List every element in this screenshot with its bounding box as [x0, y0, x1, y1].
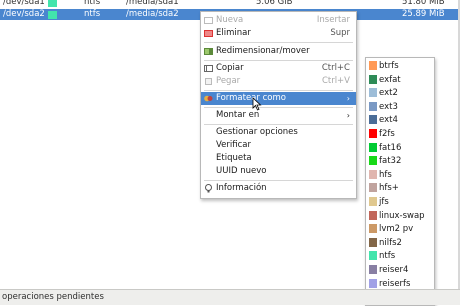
menu-item-verificar[interactable]: Verificar — [201, 139, 356, 152]
mount-cell: /media/sda2 — [126, 9, 179, 19]
fs-option-label: hfs+ — [379, 183, 399, 194]
fs-option-nilfs2[interactable]: nilfs2 — [366, 237, 434, 249]
menu-item-etiqueta[interactable]: Etiqueta — [201, 152, 356, 165]
fs-option-hfs[interactable]: hfs+ — [366, 182, 434, 194]
fs-color-swatch — [369, 183, 377, 193]
menu-item-copiar[interactable]: Copiar Ctrl+C — [201, 62, 356, 75]
fs-color-swatch — [369, 169, 377, 179]
fs-option-label: fat16 — [379, 142, 402, 153]
fs-cell: ntfs — [84, 0, 101, 7]
format-icon — [204, 95, 213, 102]
menu-item-gestionar[interactable]: Gestionar opciones — [201, 126, 356, 139]
size-cell: 5.06 GiB — [256, 0, 293, 7]
fs-color-swatch — [369, 129, 377, 138]
new-partition-icon — [204, 17, 213, 24]
fs-option-label: ext3 — [379, 101, 398, 112]
format-submenu: btrfs exfat ext2 ext3 ext4 f2fs fat16 fat32 hfs h… — [365, 57, 435, 306]
fs-color-swatch — [369, 278, 377, 288]
used-cell: 51.80 MiB — [402, 0, 445, 7]
menu-separator — [204, 107, 353, 108]
fs-color-swatch — [369, 61, 377, 70]
submenu-arrow-icon: › — [346, 94, 350, 103]
menu-item-pegar[interactable]: Pegar Ctrl+V — [201, 75, 356, 88]
fs-option-label: ntfs — [379, 251, 396, 262]
fs-color-swatch — [369, 142, 377, 152]
partition-row-sda1[interactable]: /dev/sda1 ntfs /media/sda1 5.06 GiB 51.8… — [0, 0, 460, 8]
fs-cell: ntfs — [84, 9, 101, 19]
fs-color-swatch — [48, 0, 57, 7]
menu-separator — [204, 90, 353, 91]
menu-item-uuid[interactable]: UUID nuevo — [201, 165, 356, 178]
fs-color-swatch — [369, 251, 377, 261]
menu-separator — [204, 42, 353, 43]
menu-item-formatear[interactable]: Formatear como › — [201, 92, 356, 105]
menu-item-nueva[interactable]: Nueva Insertar — [201, 14, 356, 27]
info-icon — [205, 184, 212, 193]
fs-option-label: ext4 — [379, 115, 398, 126]
fs-color-swatch — [48, 11, 57, 19]
fs-color-swatch — [369, 237, 377, 247]
fs-color-swatch — [369, 101, 377, 111]
delete-icon — [204, 30, 213, 37]
fs-color-swatch — [369, 265, 377, 274]
menu-item-informacion[interactable]: Información — [201, 182, 356, 195]
resize-icon — [204, 48, 213, 55]
fs-option-fat16[interactable]: fat16 — [366, 142, 434, 154]
fs-option-label: lvm2 pv — [379, 224, 414, 235]
fs-option-label: linux-swap — [379, 210, 425, 221]
menu-item-eliminar[interactable]: Eliminar Supr — [201, 27, 356, 40]
menu-separator — [204, 60, 353, 61]
fs-color-swatch — [369, 88, 377, 98]
menu-item-redimensionar[interactable]: Redimensionar/mover — [201, 45, 356, 58]
status-bar: operaciones pendientes — [0, 289, 460, 305]
fs-option-ntfs[interactable]: ntfs — [366, 250, 434, 262]
submenu-arrow-icon: › — [346, 111, 350, 120]
menu-separator — [204, 180, 353, 181]
paste-icon — [205, 78, 212, 85]
fs-option-reiser4[interactable]: reiser4 — [366, 264, 434, 276]
fs-option-label: reiser4 — [379, 265, 409, 275]
fs-option-fat32[interactable]: fat32 — [366, 155, 434, 167]
fs-option-linux-swap[interactable]: linux-swap — [366, 210, 434, 222]
fs-option-ext3[interactable]: ext3 — [366, 101, 434, 113]
fs-option-label: nilfs2 — [379, 237, 402, 248]
mouse-cursor-icon — [252, 97, 262, 111]
fs-option-label: hfs — [379, 169, 392, 180]
fs-color-swatch — [369, 74, 377, 84]
fs-option-lvm2-pv[interactable]: lvm2 pv — [366, 223, 434, 235]
fs-option-f2fs[interactable]: f2fs — [366, 128, 434, 140]
fs-option-jfs[interactable]: jfs — [366, 196, 434, 208]
mount-cell: /media/sda1 — [126, 0, 179, 7]
status-text: operaciones pendientes — [2, 292, 104, 302]
fs-option-ext2[interactable]: ext2 — [366, 87, 434, 99]
menu-separator — [204, 124, 353, 125]
menu-item-montar[interactable]: Montar en › — [201, 109, 356, 122]
fs-option-btrfs[interactable]: btrfs — [366, 60, 434, 72]
fs-color-swatch — [369, 224, 377, 234]
fs-option-label: ext2 — [379, 88, 398, 99]
fs-option-label: exfat — [379, 74, 401, 85]
fs-option-label: btrfs — [379, 61, 399, 71]
fs-option-label: fat32 — [379, 156, 402, 167]
device-cell: /dev/sda2 — [3, 9, 45, 19]
partition-context-menu: Nueva Insertar Eliminar Supr Redimension… — [200, 11, 357, 199]
copy-icon — [204, 65, 213, 72]
fs-option-exfat[interactable]: exfat — [366, 74, 434, 86]
fs-option-label: jfs — [379, 197, 389, 207]
fs-option-ext4[interactable]: ext4 — [366, 114, 434, 126]
fs-color-swatch — [369, 115, 377, 125]
fs-color-swatch — [369, 210, 377, 220]
fs-option-reiserfs[interactable]: reiserfs — [366, 278, 434, 290]
used-cell: 25.89 MiB — [402, 9, 445, 19]
fs-color-swatch — [369, 156, 377, 166]
device-cell: /dev/sda1 — [3, 0, 45, 7]
fs-color-swatch — [369, 197, 377, 206]
fs-option-label: f2fs — [379, 129, 395, 139]
fs-option-hfs[interactable]: hfs — [366, 169, 434, 181]
fs-option-label: reiserfs — [379, 278, 411, 289]
